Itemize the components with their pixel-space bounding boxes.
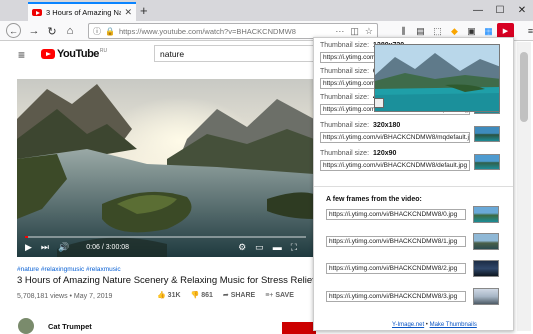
channel-row: Cat Trumpet: [18, 318, 92, 334]
youtube-play-icon: [41, 49, 55, 59]
y-image-link[interactable]: Y-Image.net: [392, 322, 424, 328]
tab-youtube[interactable]: 3 Hours of Amazing Nature Sce ✕: [28, 2, 136, 21]
next-icon[interactable]: ⏭: [41, 242, 49, 253]
miniplayer-icon[interactable]: ▭: [255, 242, 264, 253]
fullscreen-icon[interactable]: ⛶: [291, 242, 297, 253]
share-label: SHARE: [230, 292, 256, 299]
youtube-favicon-icon: [32, 9, 42, 16]
thumbnail-size-value: 120x90: [373, 150, 397, 157]
bookmark-star-icon[interactable]: ☆: [365, 26, 373, 37]
theater-icon[interactable]: ▬: [273, 242, 282, 252]
views-date: 5,708,181 views • May 7, 2019: [17, 293, 113, 300]
preview-corner-icon: [374, 98, 384, 108]
youtube-country-code: RU: [99, 48, 108, 54]
maximize-icon[interactable]: ☐: [489, 0, 511, 20]
pocket-icon[interactable]: ◫: [350, 26, 359, 37]
channel-name[interactable]: Cat Trumpet: [48, 322, 92, 331]
player-controls: ▶ ⏭ 🔊 0:06 / 3:00:08 ⚙ ▭ ▬ ⛶: [17, 237, 314, 257]
close-window-icon[interactable]: ✕: [511, 0, 533, 20]
search-input[interactable]: nature: [154, 45, 314, 62]
thumbnail-preview-image[interactable]: [474, 154, 500, 170]
youtube-logo[interactable]: YouTube RU: [41, 48, 107, 60]
thumbnail-size-label: Thumbnail size:: [320, 68, 370, 75]
new-tab-icon[interactable]: +: [140, 3, 148, 18]
menu-icon[interactable]: ≡: [522, 23, 533, 39]
thumbnail-size-row: Thumbnail size: 120x90: [320, 150, 396, 157]
like-count: 31K: [167, 292, 181, 299]
video-title: 3 Hours of Amazing Nature Scenery & Rela…: [17, 275, 318, 286]
url-text[interactable]: https://www.youtube.com/watch?v=BHACKCND…: [119, 27, 329, 36]
panel-divider: [314, 186, 513, 187]
subscribe-button[interactable]: [282, 322, 316, 334]
youtube-wordmark: YouTube: [57, 48, 99, 60]
frame-preview-image[interactable]: [473, 288, 499, 305]
settings-icon[interactable]: ⚙: [238, 242, 246, 253]
hashtags[interactable]: #nature #relaxingmusic #relaxmusic: [17, 266, 121, 273]
lock-icon: 🔒: [105, 26, 115, 36]
minimize-icon[interactable]: —: [467, 0, 489, 20]
thumbnail-preview-image[interactable]: [474, 126, 500, 142]
home-icon[interactable]: ⌂: [62, 23, 78, 39]
scrollbar-thumb[interactable]: [520, 52, 528, 122]
player-time: 0:06 / 3:00:08: [86, 243, 130, 251]
thumbnail-size-label: Thumbnail size:: [320, 150, 370, 157]
page-actions-icon[interactable]: ···: [335, 26, 344, 36]
frame-url-field[interactable]: https://i.ytimg.com/vi/BHACKCNDMW8/1.jpg: [326, 236, 466, 247]
thumbnail-size-label: Thumbnail size:: [320, 42, 370, 49]
make-thumbnails-link[interactable]: Make Thumbnails: [430, 322, 477, 328]
tab-bar: 3 Hours of Amazing Nature Sce ✕ + — ☐ ✕: [0, 0, 533, 21]
forward-icon[interactable]: →: [26, 23, 42, 39]
panel-footer: Y-Image.net • Make Thumbnails: [392, 322, 477, 328]
thumbnail-url-field[interactable]: https://i.ytimg.com/vi/BHACKCNDMW8/mqdef…: [320, 132, 470, 143]
dislike-button[interactable]: 👎 861: [191, 291, 213, 299]
frame-preview-image[interactable]: [473, 233, 499, 250]
guide-menu-icon[interactable]: ≡: [18, 48, 25, 62]
preview-lake-image: [375, 45, 499, 111]
play-icon[interactable]: ▶: [25, 242, 32, 253]
thumbnail-size-value: 320x180: [373, 122, 401, 129]
dislike-count: 861: [201, 292, 213, 299]
thumbnail-size-row: Thumbnail size: 320x180: [320, 122, 400, 129]
save-label: SAVE: [275, 291, 294, 299]
video-frame-scenery: [17, 79, 314, 257]
reload-icon[interactable]: ↻: [44, 23, 60, 39]
page-scrollbar[interactable]: [517, 42, 531, 331]
frame-preview-image[interactable]: [473, 206, 499, 223]
thumbnail-url-field[interactable]: https://i.ytimg.com/vi/BHACKCNDMW8/defau…: [320, 160, 470, 171]
frame-url-field[interactable]: https://i.ytimg.com/vi/BHACKCNDMW8/0.jpg: [326, 209, 466, 220]
frame-url-field[interactable]: https://i.ytimg.com/vi/BHACKCNDMW8/2.jpg: [326, 263, 466, 274]
info-icon[interactable]: ⓘ: [93, 26, 101, 37]
like-button[interactable]: 👍 31K: [157, 291, 181, 299]
channel-avatar[interactable]: [18, 318, 34, 334]
window-controls: — ☐ ✕: [467, 0, 533, 20]
volume-icon[interactable]: 🔊: [58, 242, 69, 253]
share-button[interactable]: ➦ SHARE: [223, 291, 255, 299]
thumbnail-hover-preview: [374, 44, 500, 112]
back-icon[interactable]: ←: [6, 23, 21, 38]
tab-title: 3 Hours of Amazing Nature Sce: [46, 8, 122, 17]
video-actions: 👍 31K 👎 861 ➦ SHARE ≡+ SAVE: [157, 291, 304, 300]
thumbnail-size-label: Thumbnail size:: [320, 94, 370, 101]
video-player[interactable]: ▶ ⏭ 🔊 0:06 / 3:00:08 ⚙ ▭ ▬ ⛶: [17, 79, 314, 257]
save-button[interactable]: ≡+ SAVE: [265, 292, 294, 299]
thumbnail-size-label: Thumbnail size:: [320, 122, 370, 129]
frames-title: A few frames from the video:: [326, 196, 422, 203]
frame-url-field[interactable]: https://i.ytimg.com/vi/BHACKCNDMW8/3.jpg: [326, 291, 466, 302]
close-tab-icon[interactable]: ✕: [124, 7, 132, 18]
frame-preview-image[interactable]: [473, 260, 499, 277]
